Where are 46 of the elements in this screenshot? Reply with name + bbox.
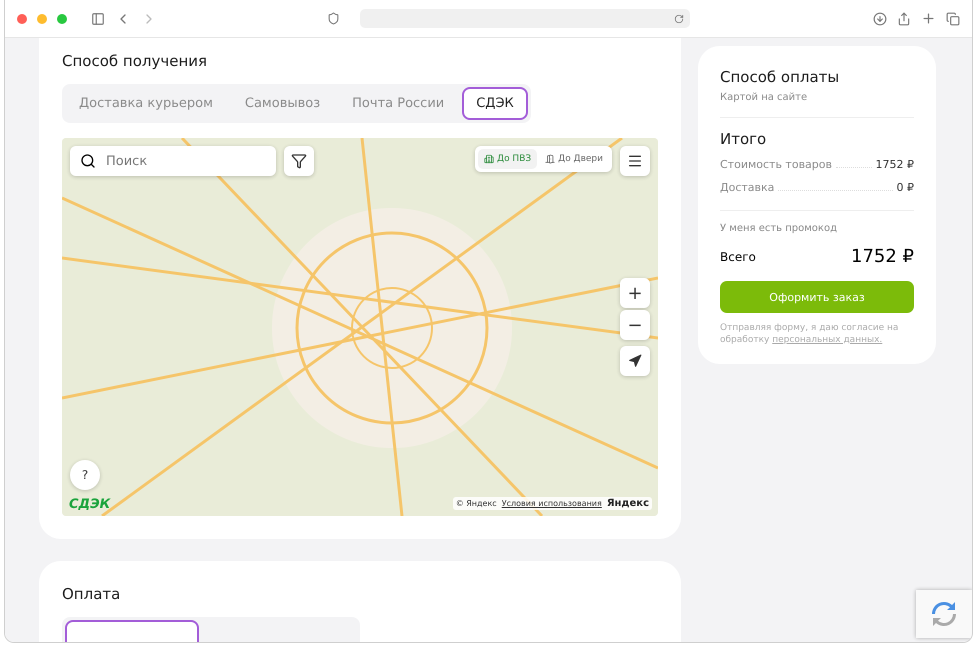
map-copyright: © Яндекс <box>456 499 497 508</box>
recaptcha-badge[interactable] <box>916 590 972 638</box>
consent-text: Отправляя форму, я даю согласие на обработку персональных данных. <box>720 323 900 346</box>
close-window-icon[interactable] <box>17 14 27 24</box>
map-search-input[interactable]: Поиск <box>104 152 254 170</box>
tabs-icon[interactable] <box>946 12 960 26</box>
delivery-tab[interactable]: Доставка курьером <box>65 87 227 120</box>
reload-icon[interactable] <box>674 14 684 24</box>
summary-label: Стоимость товаров <box>720 158 832 171</box>
door-icon <box>545 154 556 164</box>
download-icon[interactable] <box>873 12 887 26</box>
recaptcha-icon <box>931 601 957 627</box>
building-icon <box>484 154 494 164</box>
total-label: Всего <box>720 250 756 264</box>
share-icon[interactable] <box>897 12 911 26</box>
promo-code-link[interactable]: У меня есть промокод <box>720 223 914 234</box>
total-value: 1752 ₽ <box>851 246 914 267</box>
filter-icon <box>291 153 307 169</box>
shield-icon[interactable] <box>327 12 340 25</box>
map-search-field[interactable]: Поиск <box>70 146 276 176</box>
menu-button[interactable] <box>620 146 650 176</box>
terms-link[interactable]: Условия использования <box>502 499 602 508</box>
map-logo: СДЭК <box>69 497 110 512</box>
new-tab-icon[interactable] <box>921 11 936 26</box>
zoom-out-button[interactable]: − <box>620 310 650 340</box>
delivery-mode-button[interactable]: До ПВЗ <box>478 149 538 169</box>
delivery-tab[interactable]: Самовывоз <box>230 87 334 120</box>
section-title: Способ получения <box>62 52 208 70</box>
section-title: Оплата <box>62 585 122 603</box>
summary-label: Доставка <box>720 181 774 194</box>
delivery-tab[interactable]: Почта России <box>338 87 458 120</box>
summary-value: 1752 ₽ <box>876 158 914 171</box>
payment-method-value: Картой на сайте <box>720 92 808 103</box>
summary-value: 0 ₽ <box>896 181 914 194</box>
map-provider-logo: Яндекс <box>606 498 649 509</box>
zoom-in-button[interactable]: + <box>620 278 650 308</box>
delivery-tab[interactable]: СДЭК <box>462 87 528 120</box>
map[interactable]: Поиск До ПВЗ До Двери + − ? СДЭК © Яндекс Условия использования Яндекс <box>62 138 658 516</box>
total-title: Итого <box>720 130 768 148</box>
search-icon <box>80 153 96 169</box>
filter-button[interactable] <box>284 146 314 176</box>
location-arrow-icon <box>628 354 642 368</box>
locate-button[interactable] <box>620 346 650 376</box>
sidebar-icon[interactable] <box>91 12 105 26</box>
menu-icon <box>627 153 643 169</box>
payment-method-title: Способ оплаты <box>720 68 840 86</box>
